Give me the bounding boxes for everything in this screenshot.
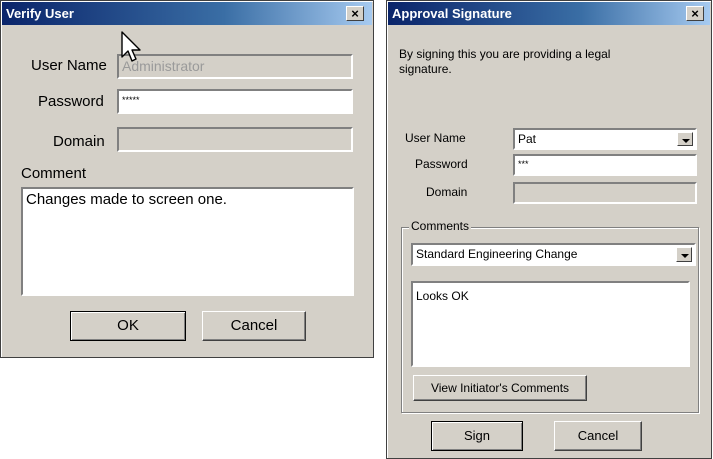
approval-signature-dialog: Approval Signature × By signing this you… — [386, 0, 712, 459]
domain-field — [513, 182, 697, 204]
comment-type-select[interactable]: Standard Engineering Change — [411, 243, 696, 266]
chevron-down-icon[interactable] — [677, 132, 693, 146]
comment-textarea[interactable]: Changes made to screen one. — [21, 187, 354, 296]
username-label: User Name — [31, 57, 107, 74]
password-label: Password — [415, 157, 468, 171]
username-select[interactable]: Pat — [513, 128, 697, 150]
password-field[interactable]: *** — [513, 154, 697, 176]
approval-signature-titlebar[interactable]: Approval Signature × — [388, 2, 710, 25]
view-initiator-comments-button[interactable]: View Initiator's Comments — [413, 375, 587, 401]
comment-type-value: Standard Engineering Change — [416, 247, 578, 261]
username-field[interactable]: Administrator — [117, 54, 353, 79]
legal-notice: By signing this you are providing a lega… — [399, 47, 611, 76]
approval-signature-title: Approval Signature — [392, 6, 512, 21]
cancel-button[interactable]: Cancel — [202, 311, 306, 341]
comments-group-label: Comments — [409, 219, 472, 233]
verify-user-dialog: Verify User × User Name Administrator Pa… — [0, 0, 374, 358]
close-icon[interactable]: × — [686, 6, 704, 21]
close-icon[interactable]: × — [346, 6, 364, 21]
domain-field — [117, 127, 353, 152]
mouse-pointer-icon — [121, 31, 141, 62]
ok-button[interactable]: OK — [70, 311, 186, 341]
cancel-button[interactable]: Cancel — [554, 421, 642, 451]
username-label: User Name — [405, 131, 466, 145]
domain-label: Domain — [53, 133, 105, 150]
comment-textarea[interactable]: Looks OK — [411, 281, 690, 367]
sign-button[interactable]: Sign — [431, 421, 523, 451]
verify-user-titlebar[interactable]: Verify User × — [2, 2, 372, 25]
verify-user-title: Verify User — [6, 6, 74, 21]
chevron-down-icon[interactable] — [676, 247, 692, 262]
password-field[interactable]: ***** — [117, 89, 353, 114]
password-label: Password — [38, 93, 104, 110]
domain-label: Domain — [426, 185, 468, 199]
comment-label: Comment — [21, 165, 87, 182]
username-value: Pat — [518, 132, 537, 146]
